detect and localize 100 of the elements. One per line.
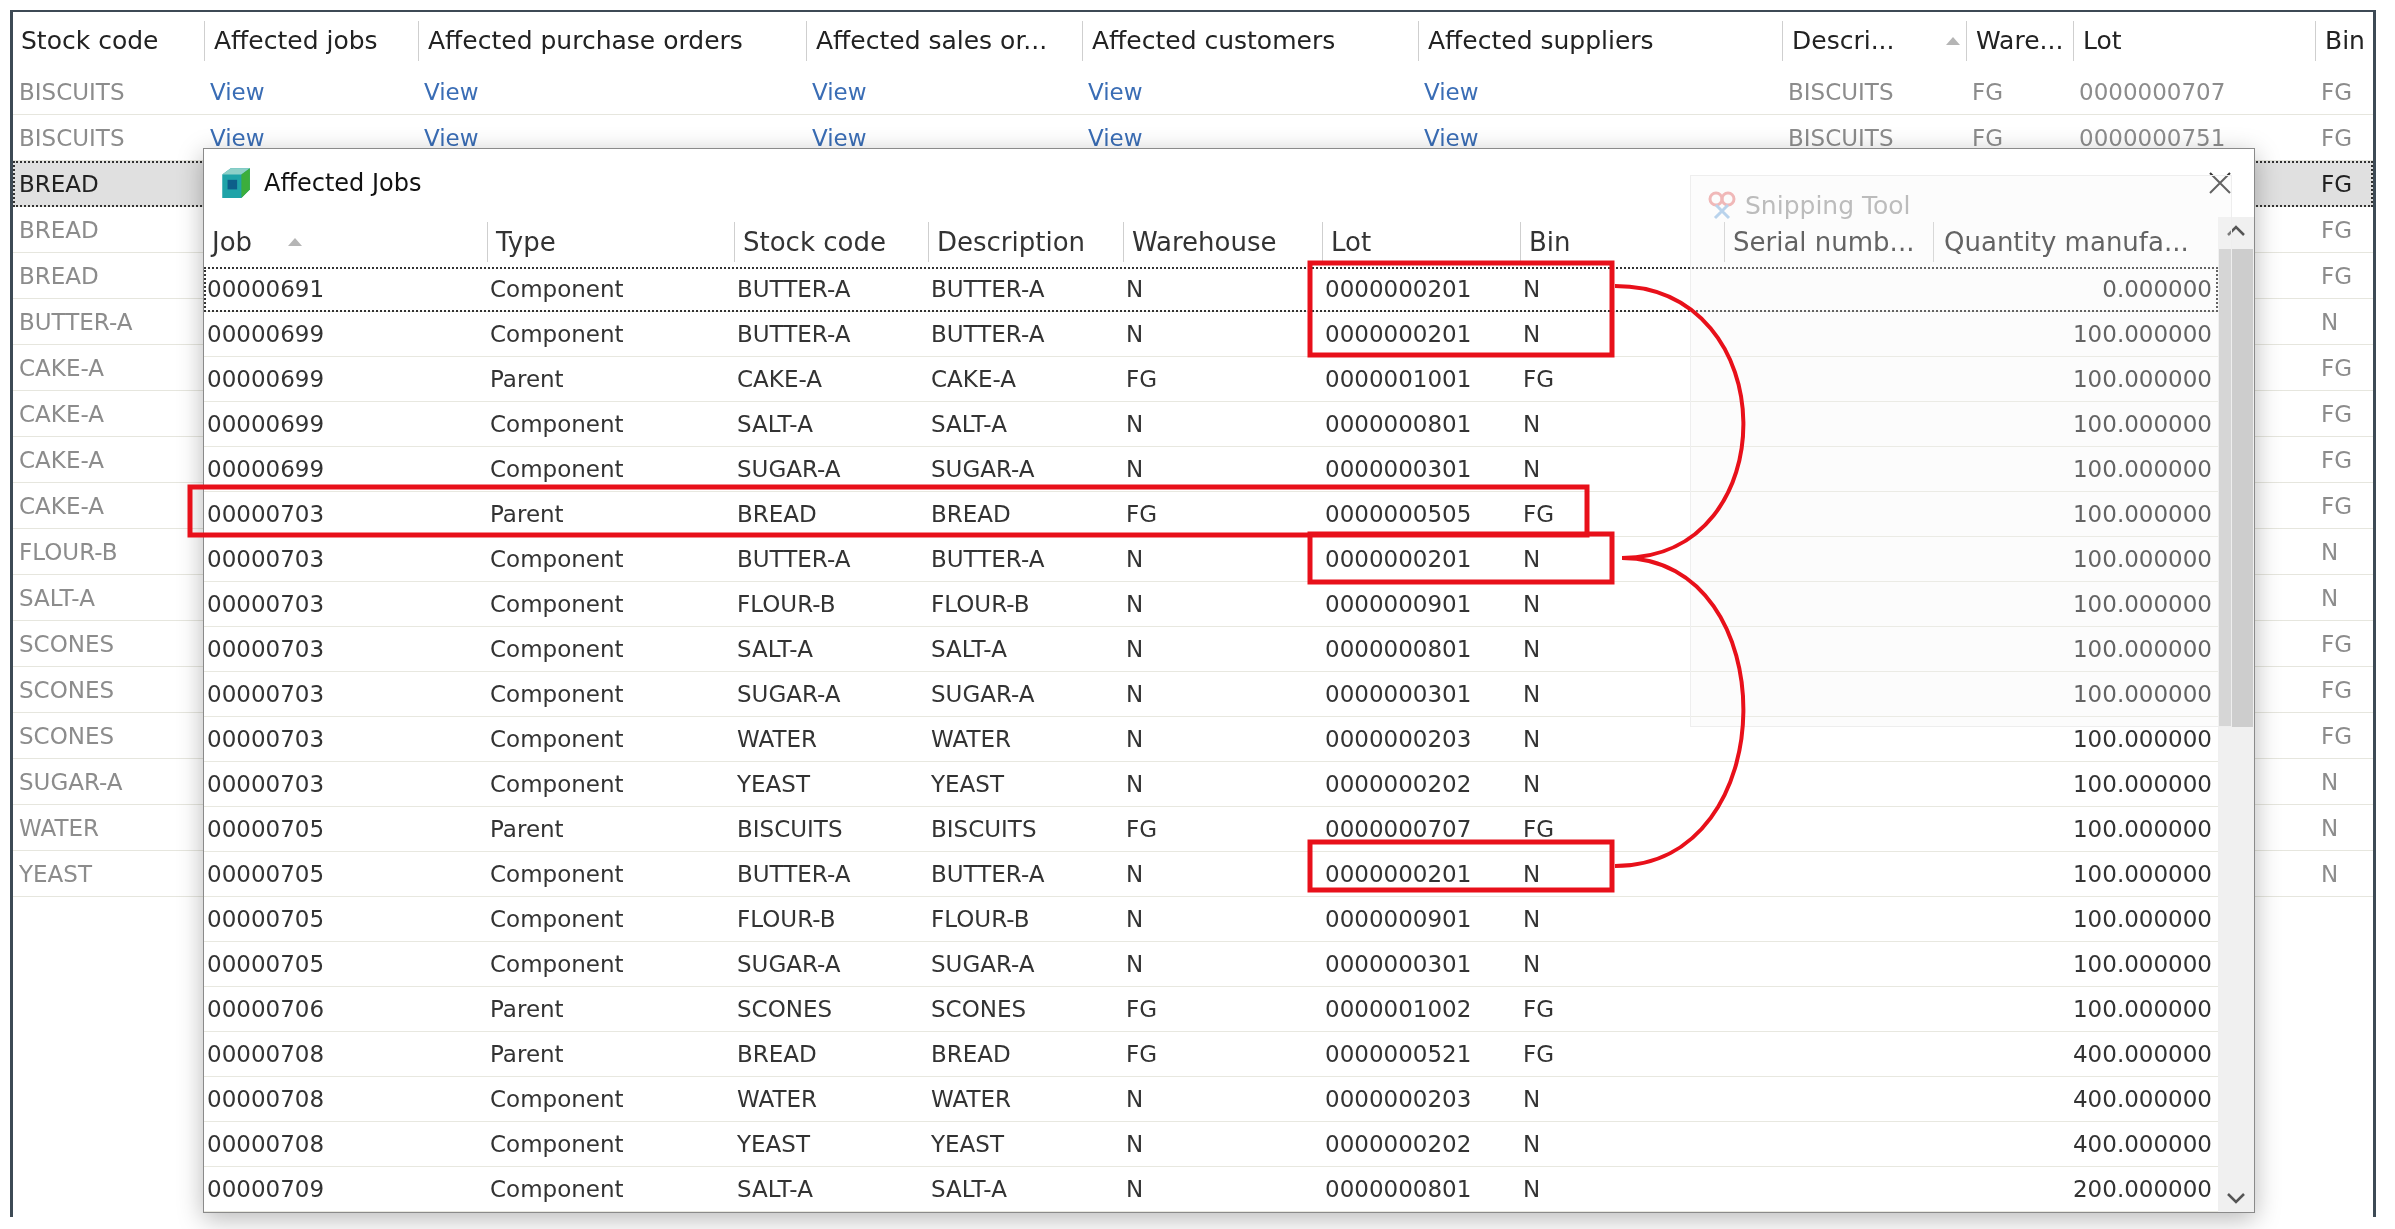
table-cell: N [1523,411,1541,437]
table-row-background[interactable]: 00000703 Component YEAST YEAST N 0000000202 N 100.000000 [204,762,2218,807]
table-cell: N [1126,636,1144,662]
table-cell: 0000000201 [1325,321,1472,347]
view-link[interactable]: View [1088,78,1143,105]
column-header[interactable]: Warehouse [1123,222,1322,262]
table-cell: 00000691 [207,276,325,302]
column-header[interactable]: Lot [2073,20,2315,61]
table-row-background[interactable]: 00000706 Parent SCONES SCONES FG 0000001002 FG 100.000000 [204,987,2218,1032]
table-cell: BREAD [931,501,1011,527]
view-link[interactable]: View [1088,124,1143,151]
table-row-background[interactable]: 00000699 Component SALT-A SALT-A N 0000000801 N 100.000000 [204,402,2218,447]
column-header[interactable]: Serial numb... [1724,222,1933,262]
table-cell: FG [2321,124,2353,151]
table-cell: 400.000000 [2073,1086,2212,1112]
table-cell: N [1523,321,1541,347]
column-header[interactable]: Bin [2315,20,2373,61]
table-cell: SALT-A [737,1176,813,1202]
table-cell: SUGAR-A [19,768,123,795]
table-row-background[interactable]: 00000703 Component SALT-A SALT-A N 0000000801 N 100.000000 [204,627,2218,672]
column-header[interactable]: Stock code [734,222,928,262]
table-row-background[interactable]: 00000699 Parent CAKE-A CAKE-A FG 0000001001 FG 100.000000 [204,357,2218,402]
table-cell: SCONES [737,996,833,1022]
column-header[interactable]: Stock code [13,20,204,61]
table-cell: FG [1126,501,1158,527]
table-row-background[interactable]: 00000708 Component YEAST YEAST N 0000000202 N 400.000000 [204,1122,2218,1167]
table-cell: 100.000000 [2073,681,2212,707]
view-link[interactable]: View [1424,78,1479,105]
view-link[interactable]: View [812,78,867,105]
table-cell: N [1126,681,1144,707]
table-cell: BUTTER-A [931,861,1045,887]
table-row-background[interactable]: 00000699 Component BUTTER-A BUTTER-A N 0000000201 N 100.000000 [204,312,2218,357]
table-row-background[interactable]: 00000705 Component SUGAR-A SUGAR-A N 0000000301 N 100.000000 [204,942,2218,987]
column-header[interactable]: Description [928,222,1123,262]
table-row-background[interactable]: 00000703 Component WATER WATER N 0000000203 N 100.000000 [204,717,2218,762]
table-cell: 00000703 [207,771,325,797]
table-cell: N [1126,456,1144,482]
table-cell: SALT-A [931,411,1007,437]
table-cell: 100.000000 [2073,996,2212,1022]
table-cell: SALT-A [737,411,813,437]
table-row-background[interactable]: 00000705 Component FLOUR-B FLOUR-B N 0000000901 N 100.000000 [204,897,2218,942]
table-row-background[interactable]: 00000703 Component FLOUR-B FLOUR-B N 0000000901 N 100.000000 [204,582,2218,627]
scrollbar[interactable] [2218,217,2254,1212]
table-cell: N [1523,771,1541,797]
table-cell: WATER [19,814,99,841]
table-cell: BUTTER-A [737,276,851,302]
table-cell: FLOUR-B [931,591,1030,617]
view-link[interactable]: View [812,124,867,151]
table-cell: N [1126,1086,1144,1112]
table-cell: CAKE-A [19,354,104,381]
table-cell: FLOUR-B [737,906,836,932]
view-link[interactable]: View [424,124,479,151]
table-row-background[interactable]: 00000709 Component SALT-A SALT-A N 0000000801 N 200.000000 [204,1167,2218,1212]
table-cell: N [1126,1131,1144,1157]
table-cell: 0000000202 [1325,1131,1472,1157]
view-link[interactable]: View [1424,124,1479,151]
table-row-background[interactable]: 00000699 Component SUGAR-A SUGAR-A N 0000000301 N 100.000000 [204,447,2218,492]
window-title: Snipping Tool [1745,190,1911,220]
table-cell: 00000703 [207,726,325,752]
scroll-down-icon[interactable] [2226,1192,2246,1204]
table-cell: BUTTER-A [931,321,1045,347]
column-header[interactable]: Bin [1520,222,1724,262]
table-cell: 0.000000 [2102,276,2212,302]
table-cell: BREAD [737,501,817,527]
scroll-up-icon[interactable] [2226,225,2246,237]
column-header[interactable]: Affected jobs [204,20,418,61]
table-row-background[interactable]: 00000705 Parent BISCUITS BISCUITS FG 0000000707 FG 100.000000 [204,807,2218,852]
column-header[interactable]: Lot [1322,222,1520,262]
column-header[interactable]: Affected sales or... [806,20,1082,61]
view-link[interactable]: View [210,78,265,105]
table-row-background[interactable]: 00000708 Parent BREAD BREAD FG 0000000521 FG 400.000000 [204,1032,2218,1077]
table-cell: SUGAR-A [737,681,841,707]
table-cell: 100.000000 [2073,771,2212,797]
table-cell: SUGAR-A [931,456,1035,482]
table-cell: N [1523,726,1541,752]
column-header[interactable]: Descri... [1782,20,1966,61]
column-header[interactable]: Affected suppliers [1418,20,1782,61]
table-cell: BISCUITS [19,124,125,151]
table-cell: 0000001001 [1325,366,1472,392]
sort-arrow-icon [1946,36,1960,45]
view-link[interactable]: View [424,78,479,105]
table-row-background[interactable]: 00000708 Component WATER WATER N 0000000203 N 400.000000 [204,1077,2218,1122]
table-cell: N [1523,951,1541,977]
scrollbar-thumb[interactable] [2219,249,2253,727]
column-header[interactable]: Job [204,222,487,262]
table-cell: BISCUITS [737,816,843,842]
table-cell: N [1126,951,1144,977]
table-cell: Component [490,771,624,797]
table-cell: BUTTER-A [19,308,133,335]
view-link[interactable]: View [210,124,265,151]
column-header[interactable]: Ware... [1966,20,2073,61]
table-cell: Component [490,1086,624,1112]
table-cell: Parent [490,501,564,527]
focused-row[interactable]: 00000691 Component BUTTER-A BUTTER-A N 0000000201 N 0.000000 [204,267,2218,312]
table-row-background[interactable]: 00000703 Component BUTTER-A BUTTER-A N 0000000201 N 100.000000 [204,537,2218,582]
column-header[interactable]: Affected purchase orders [418,20,806,61]
table-row-background[interactable]: 00000705 Component BUTTER-A BUTTER-A N 0000000201 N 100.000000 [204,852,2218,897]
column-header[interactable]: Affected customers [1082,20,1418,61]
table-row-background[interactable]: 00000703 Component SUGAR-A SUGAR-A N 0000000301 N 100.000000 [204,672,2218,717]
column-header[interactable]: Type [487,222,734,262]
